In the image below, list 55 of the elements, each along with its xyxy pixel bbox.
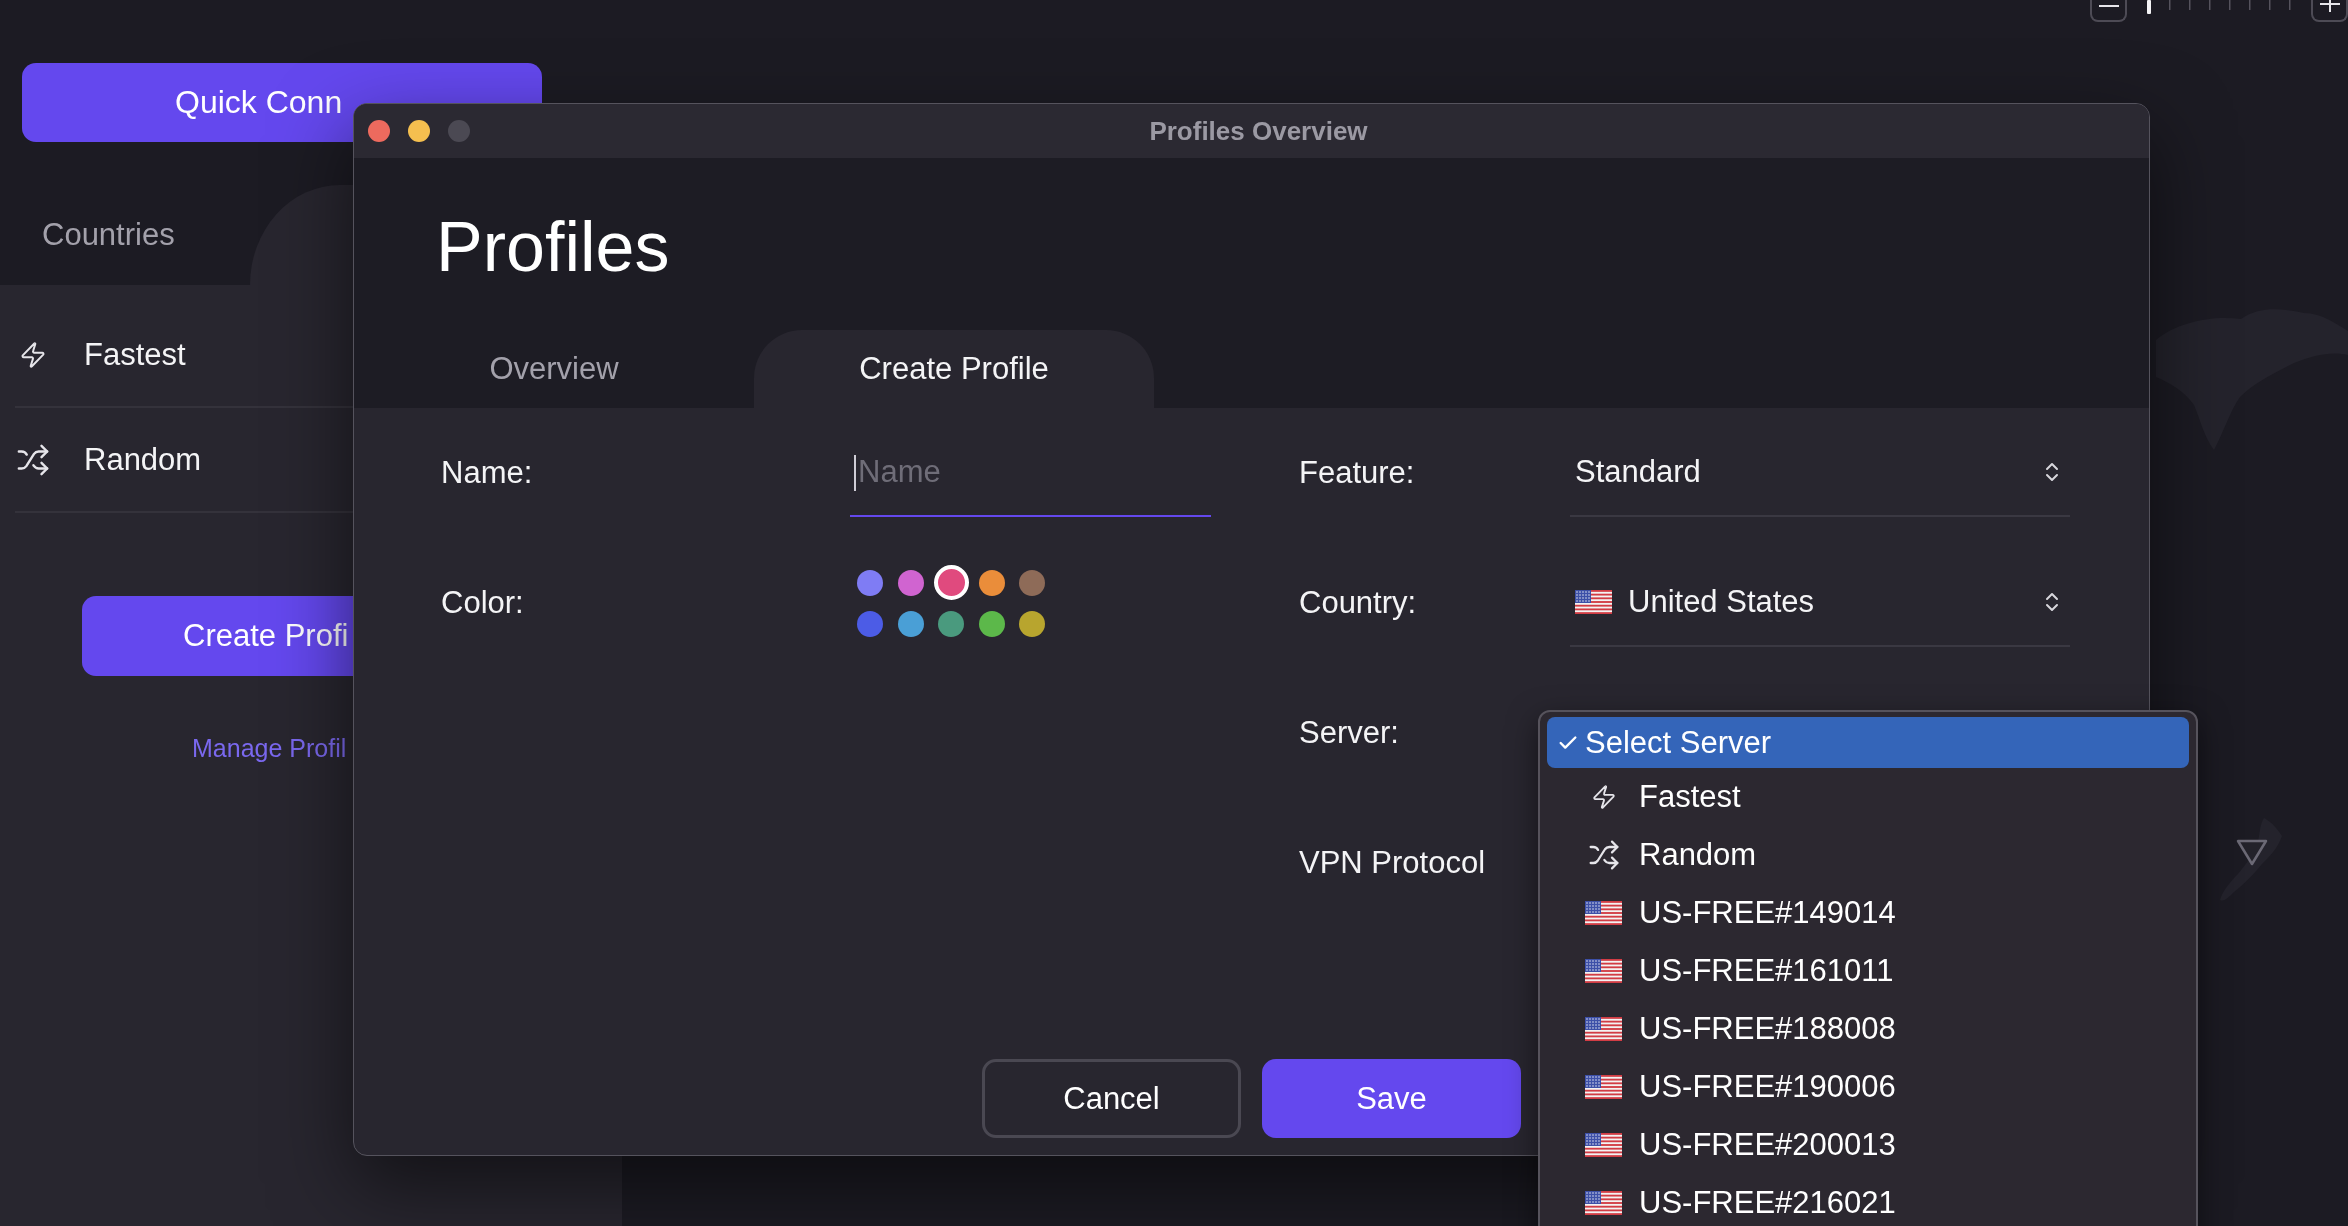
window-minimize-button[interactable] xyxy=(408,120,430,142)
menu-item[interactable]: US-FREE#161011 xyxy=(1547,942,2189,1000)
color-swatch-icon[interactable] xyxy=(938,610,965,637)
country-select[interactable]: United States xyxy=(1570,559,2070,647)
window-title: Profiles Overview xyxy=(1149,115,1368,147)
menu-item[interactable]: US-FREE#200013 xyxy=(1547,1116,2189,1174)
text-cursor-icon xyxy=(854,455,856,491)
us-flag-icon xyxy=(1585,1133,1622,1157)
us-flag-icon xyxy=(1585,1075,1622,1099)
save-button[interactable]: Save xyxy=(1262,1059,1521,1138)
color-swatch-icon[interactable] xyxy=(933,565,969,600)
zoom-slider[interactable] xyxy=(2147,0,2291,14)
menu-item[interactable]: Select Server xyxy=(1547,717,2189,768)
us-flag-icon xyxy=(1585,959,1622,983)
form-label: Server: xyxy=(1299,715,1399,751)
cancel-button[interactable]: Cancel xyxy=(982,1059,1241,1138)
us-flag-icon xyxy=(1585,1017,1622,1041)
form-label: Name: xyxy=(441,455,533,491)
color-swatch-icon[interactable] xyxy=(897,569,924,596)
menu-item[interactable]: Fastest xyxy=(1547,768,2189,826)
feature-select[interactable]: Standard xyxy=(1570,429,2070,517)
color-swatch-icon[interactable] xyxy=(857,610,884,637)
form-label: Feature: xyxy=(1299,455,1415,491)
triangle-marker-icon[interactable] xyxy=(2236,839,2268,866)
color-swatch-icon[interactable] xyxy=(1019,569,1046,596)
name-input-field[interactable]: Name xyxy=(850,429,1211,517)
menu-item[interactable]: US-FREE#149014 xyxy=(1547,884,2189,942)
page-heading: Profiles xyxy=(436,207,670,287)
shuffle-icon xyxy=(1587,839,1620,871)
minus-icon xyxy=(2098,5,2119,7)
lightning-bolt-icon xyxy=(19,340,47,369)
form-label: Country: xyxy=(1299,585,1417,621)
menu-item[interactable]: US-FREE#216021 xyxy=(1547,1174,2189,1226)
menu-item[interactable]: Random xyxy=(1547,826,2189,884)
color-swatch-icon[interactable] xyxy=(978,610,1005,637)
color-swatch-icon[interactable] xyxy=(978,569,1005,596)
slider-thumb[interactable] xyxy=(2147,0,2151,14)
shuffle-icon xyxy=(16,442,50,477)
sidebar-tab[interactable]: Countries xyxy=(0,185,250,285)
menu-item[interactable]: US-FREE#188008 xyxy=(1547,1000,2189,1058)
plus-icon xyxy=(2319,0,2340,12)
window-close-button[interactable] xyxy=(368,120,390,142)
zoom-out-button[interactable] xyxy=(2090,0,2127,22)
us-flag-icon xyxy=(1585,1191,1622,1215)
us-flag-icon xyxy=(1575,590,1612,614)
us-flag-icon xyxy=(1585,901,1622,925)
color-swatch-icon[interactable] xyxy=(897,610,924,637)
color-swatch-icon[interactable] xyxy=(857,569,884,596)
zoom-in-button[interactable] xyxy=(2311,0,2348,22)
lightning-bolt-icon xyxy=(1590,784,1617,810)
color-swatch-icon[interactable] xyxy=(1019,610,1046,637)
form-label: VPN Protocol xyxy=(1299,845,1486,881)
menu-item[interactable]: US-FREE#190006 xyxy=(1547,1058,2189,1116)
dialog-tab[interactable]: Create Profile xyxy=(754,330,1154,408)
manage-profiles-link[interactable]: Manage Profil xyxy=(192,734,347,763)
